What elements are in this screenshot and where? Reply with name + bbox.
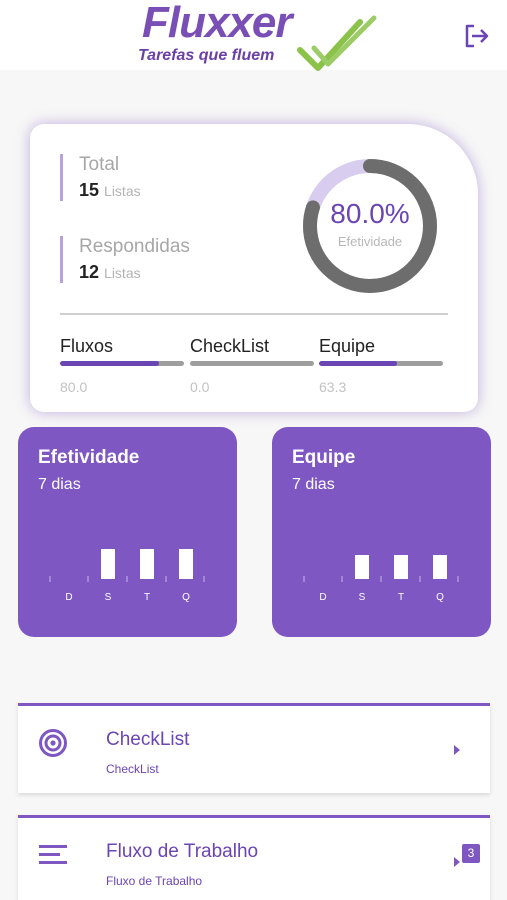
total-title: Total [79,154,120,175]
target-icon [39,729,67,757]
chevron-right-icon [454,857,460,867]
total-value: 15 Listas [79,180,260,201]
logo-wordmark: Fluxxer [142,0,293,47]
gauge-label: Efetividade [337,234,403,249]
app-header: Fluxxer Tarefas que fluem [0,0,507,71]
count-badge: 3 [462,844,480,863]
card-subtitle: 7 dias [38,476,81,493]
day-label: S [105,592,112,603]
day-label: T [144,592,150,603]
list-item-workflow[interactable]: Fluxo de Trabalho Fluxo de Trabalho 3 [18,815,490,900]
bar-q [179,549,193,579]
metric-value: 0.0 [190,379,210,395]
total-number: 15 [79,180,100,200]
metric-checklist: CheckList 0.0 [190,336,314,395]
day-label: S [359,592,366,603]
metric-label: Equipe [319,336,376,356]
metric-progress-fill [60,361,160,366]
day-label: Q [436,592,444,603]
answered-title: Respondidas [79,236,190,257]
answered-number: 12 [79,262,100,282]
summary-divider [60,313,448,315]
answered-stat: Respondidas 12 Listas [60,236,260,283]
gauge-value: 80.0% [330,198,410,229]
menu-icon [39,845,67,864]
day-label: D [65,592,72,603]
logout-icon[interactable] [462,22,490,50]
total-stat: Total 15 Listas [60,154,260,201]
bar-q [433,555,447,579]
metric-label: Fluxos [60,336,114,356]
bar-s [355,555,369,579]
day-label: T [398,592,404,603]
item-subtitle: CheckList [106,762,159,776]
team-week-card[interactable]: Equipe 7 dias D S T Q [272,427,491,637]
answered-value: 12 Listas [79,262,260,283]
metric-value: 63.3 [319,379,347,395]
day-label: D [319,592,326,603]
chevron-right-icon [454,745,460,755]
metric-progress-fill [319,361,398,366]
double-check-icon [297,15,377,71]
logo-tagline: Tarefas que fluem [138,47,275,64]
fluxxer-logo: Fluxxer Tarefas que fluem [138,0,378,71]
metric-fluxos: Fluxos 80.0 [60,336,184,395]
item-subtitle: Fluxo de Trabalho [106,874,203,888]
metric-value: 80.0 [60,379,88,395]
bar-s [101,549,115,579]
card-title: Equipe [292,447,356,468]
total-unit: Listas [104,183,141,199]
effectiveness-week-card[interactable]: Efetividade 7 dias D S T Q [18,427,237,637]
card-subtitle: 7 dias [292,476,335,493]
card-title: Efetividade [38,447,140,468]
bar-t [394,555,408,579]
bar-t [140,549,154,579]
day-label: Q [182,592,190,603]
list-item-checklist[interactable]: CheckList CheckList [18,703,490,793]
summary-card: Total 15 Listas Respondidas 12 Listas 80.0… [30,124,478,412]
metric-equipe: Equipe 63.3 [319,336,443,395]
item-title: CheckList [106,729,190,750]
item-title: Fluxo de Trabalho [106,841,259,862]
weekly-bar-chart: D S T Q [303,555,459,603]
answered-unit: Listas [104,265,141,281]
metric-progress-track [60,361,184,366]
metric-progress-track [190,361,314,366]
weekly-bar-chart: D S T Q [49,549,205,603]
metric-progress-track [319,361,443,366]
metric-label: CheckList [190,336,270,356]
